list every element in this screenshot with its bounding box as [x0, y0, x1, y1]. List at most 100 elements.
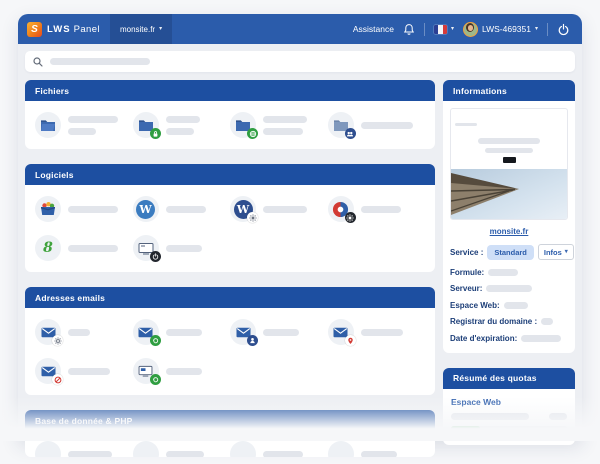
wordpress-gear-icon: W [230, 196, 256, 222]
field-label: Espace Web: [450, 301, 500, 310]
tile-webmail[interactable] [133, 358, 231, 384]
database-icon [230, 441, 256, 457]
wordpress-icon: W [133, 196, 159, 222]
tile-database[interactable] [328, 441, 426, 457]
mail-block-icon [35, 358, 61, 384]
brand-title: LWS Panel [47, 24, 100, 35]
quota-progress-track [451, 426, 567, 431]
quota-value-skeleton [451, 413, 529, 420]
folder-globe-icon [230, 112, 256, 138]
site-preview-photo [451, 169, 567, 219]
gear-badge-icon [345, 212, 356, 223]
tile-site-manager[interactable] [328, 196, 426, 222]
search-placeholder-skeleton [50, 58, 150, 65]
gear-badge-icon [52, 335, 63, 346]
french-flag-icon [434, 25, 447, 34]
search-bar[interactable] [25, 51, 575, 72]
tile-database[interactable] [35, 441, 133, 457]
chevron-down-icon: ▾ [451, 26, 454, 32]
tile-database[interactable] [133, 441, 231, 457]
database-icon [35, 441, 61, 457]
section-fichiers: Fichiers [25, 80, 435, 149]
tile-database[interactable] [230, 441, 328, 457]
webmail-sync-icon [133, 358, 159, 384]
tile-email-sync[interactable] [133, 319, 231, 345]
section-title: Logiciels [35, 170, 74, 180]
screen-badge-icon [133, 235, 159, 261]
infos-dropdown-button[interactable]: Infos ▾ [538, 244, 574, 260]
section-title: Adresses emails [35, 293, 105, 303]
tile-boldgrid[interactable]: 8 [35, 235, 133, 261]
tile-email-settings[interactable] [35, 319, 133, 345]
section-header: Adresses emails [25, 287, 435, 308]
mail-person-icon [230, 319, 256, 345]
top-bar: S LWS Panel monsite.fr ▾ Assistance ▾ LW… [18, 14, 582, 44]
section-header: Base de donnée & PHP [25, 410, 435, 431]
field-value-skeleton [521, 335, 561, 342]
globe-badge-icon [247, 128, 258, 139]
service-badge[interactable]: Standard [487, 245, 534, 260]
section-title: Base de donnée & PHP [35, 416, 133, 426]
tile-ftp-accounts[interactable] [328, 112, 426, 138]
account-label: LWS-469351 [482, 24, 531, 34]
assistance-link[interactable]: Assistance [353, 24, 394, 34]
pin-badge-icon [345, 335, 356, 346]
power-icon[interactable] [557, 23, 570, 36]
site-link[interactable]: monsite.fr [450, 227, 568, 236]
section-emails: Adresses emails [25, 287, 435, 395]
field-value-skeleton [486, 285, 532, 292]
gear-badge-icon [247, 212, 258, 223]
tile-file-manager[interactable] [35, 112, 133, 138]
tile-email-routing[interactable] [328, 319, 426, 345]
tile-wordpress[interactable]: W [133, 196, 231, 222]
quota-total-skeleton [549, 413, 567, 420]
account-dropdown[interactable]: LWS-469351 ▾ [463, 22, 538, 37]
preview-button [503, 157, 516, 163]
field-label: Date d'expiration: [450, 334, 517, 343]
section-title: Fichiers [35, 86, 69, 96]
service-label: Service : [450, 248, 483, 257]
divider [424, 23, 425, 36]
tile-email-accounts[interactable] [230, 319, 328, 345]
sync-badge-icon [150, 374, 161, 385]
tile-console[interactable] [133, 235, 231, 261]
database-icon [133, 441, 159, 457]
quota-progress-fill [451, 426, 480, 431]
field-label: Serveur: [450, 284, 482, 293]
informations-title: Informations [453, 86, 507, 96]
folder-users-icon [328, 112, 354, 138]
boldgrid-icon: 8 [35, 235, 61, 261]
site-selector-dropdown[interactable]: monsite.fr ▾ [110, 14, 172, 44]
search-icon [33, 57, 43, 67]
language-selector[interactable]: ▾ [434, 25, 454, 34]
informations-header: Informations [443, 80, 575, 101]
lws-panel-window: S LWS Panel monsite.fr ▾ Assistance ▾ LW… [18, 14, 582, 441]
folder-open-icon [35, 112, 61, 138]
quotas-card: Résumé des quotas Espace Web [443, 368, 575, 445]
site-selector-label: monsite.fr [120, 25, 155, 34]
field-value-skeleton [488, 269, 518, 276]
section-bdd: Base de donnée & PHP [25, 410, 435, 457]
folder-lock-icon [133, 112, 159, 138]
users-badge-icon [345, 128, 356, 139]
person-badge-icon [247, 335, 258, 346]
mail-sync-icon [133, 319, 159, 345]
avatar [463, 22, 478, 37]
quota-espace-web-label: Espace Web [451, 397, 567, 407]
auto-installer-icon [35, 196, 61, 222]
tile-protected-folders[interactable] [133, 112, 231, 138]
block-badge-icon [52, 374, 63, 385]
site-preview-thumbnail[interactable] [450, 108, 568, 220]
tile-email-antispam[interactable] [35, 358, 133, 384]
field-label: Formule: [450, 268, 484, 277]
power-badge-icon [150, 251, 161, 262]
tile-auto-installer[interactable] [35, 196, 133, 222]
tile-web-folders[interactable] [230, 112, 328, 138]
mail-pin-icon [328, 319, 354, 345]
chevron-down-icon: ▾ [565, 249, 568, 255]
section-logiciels: Logiciels [25, 164, 435, 272]
tile-wordpress-manager[interactable]: W [230, 196, 328, 222]
mail-gear-icon [35, 319, 61, 345]
field-label: Registrar du domaine : [450, 317, 537, 326]
bell-icon[interactable] [403, 23, 415, 36]
